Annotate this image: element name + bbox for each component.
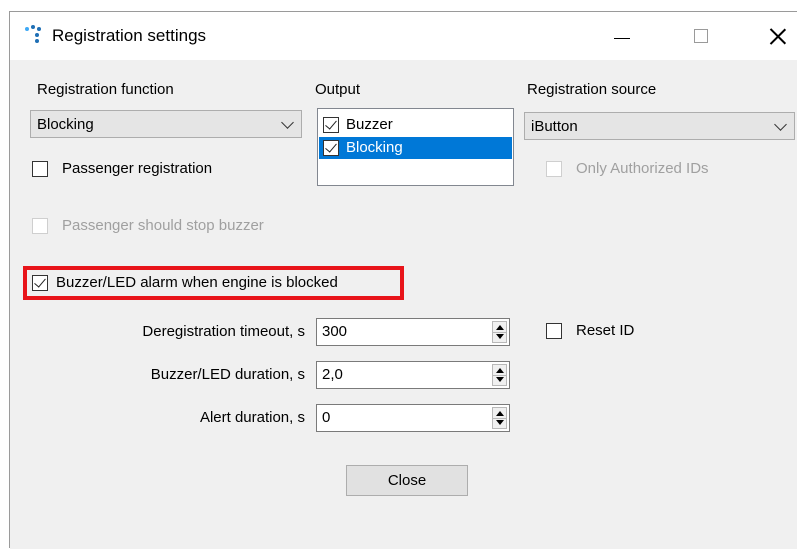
alert-duration-label: Alert duration, s — [199, 409, 305, 426]
registration-function-label: Registration function — [37, 81, 174, 98]
registration-source-label: Registration source — [527, 81, 657, 98]
only-authorized-ids-label: Only Authorized IDs — [576, 160, 709, 177]
registration-source-dropdown[interactable]: iButton — [524, 112, 795, 140]
deregistration-timeout-label: Deregistration timeout, s — [142, 323, 305, 340]
window-title: Registration settings — [52, 26, 207, 45]
checkbox-box — [32, 161, 48, 177]
registration-source-value: iButton — [531, 117, 578, 135]
close-button[interactable]: Close — [346, 465, 468, 496]
checkbox-box — [546, 161, 562, 177]
output-item-label: Blocking — [346, 139, 403, 156]
registration-function-dropdown[interactable]: Blocking — [30, 110, 302, 138]
spinner-arrows-icon[interactable] — [492, 321, 507, 343]
blocking-checkbox[interactable] — [323, 140, 339, 156]
passenger-registration-label: Passenger registration — [62, 160, 213, 177]
passenger-stop-buzzer-label: Passenger should stop buzzer — [62, 217, 264, 234]
title-bar: Registration settings — [10, 12, 797, 60]
output-label: Output — [315, 81, 361, 98]
buzzer-alarm-checkbox[interactable]: Buzzer/LED alarm when engine is blocked — [32, 272, 398, 294]
minimize-icon — [614, 37, 630, 39]
close-window-button[interactable] — [750, 12, 797, 60]
buzzer-duration-label: Buzzer/LED duration, s — [150, 366, 305, 383]
checkbox-box — [32, 275, 48, 291]
output-item-buzzer[interactable]: Buzzer — [319, 114, 512, 136]
output-item-blocking[interactable]: Blocking — [319, 137, 512, 159]
registration-function-value: Blocking — [37, 115, 94, 133]
dialog-body: Registration function Blocking Passenger… — [10, 60, 797, 549]
alert-duration-input[interactable]: 0 — [316, 404, 510, 432]
buzzer-checkbox[interactable] — [323, 117, 339, 133]
close-icon — [770, 28, 786, 44]
buzzer-duration-input[interactable]: 2,0 — [316, 361, 510, 389]
chevron-down-icon — [774, 118, 787, 131]
registration-settings-window: Registration settings Registration funct… — [9, 11, 797, 549]
minimize-button[interactable] — [594, 12, 650, 60]
maximize-icon — [694, 29, 708, 43]
app-icon — [23, 24, 45, 46]
buzzer-duration-value: 2,0 — [322, 366, 343, 383]
spinner-arrows-icon[interactable] — [492, 364, 507, 386]
checkbox-box — [32, 218, 48, 234]
passenger-stop-buzzer-checkbox[interactable]: Passenger should stop buzzer — [32, 215, 332, 237]
chevron-down-icon — [281, 116, 294, 129]
reset-id-label: Reset ID — [576, 322, 635, 339]
deregistration-timeout-value: 300 — [322, 323, 348, 340]
deregistration-timeout-input[interactable]: 300 — [316, 318, 510, 346]
maximize-button[interactable] — [673, 12, 729, 60]
passenger-registration-checkbox[interactable]: Passenger registration — [32, 158, 292, 180]
checkbox-box — [546, 323, 562, 339]
reset-id-checkbox[interactable]: Reset ID — [546, 320, 666, 342]
only-authorized-ids-checkbox[interactable]: Only Authorized IDs — [546, 158, 766, 180]
output-item-label: Buzzer — [346, 116, 393, 133]
alert-duration-value: 0 — [322, 409, 331, 426]
spinner-arrows-icon[interactable] — [492, 407, 507, 429]
buzzer-alarm-label: Buzzer/LED alarm when engine is blocked — [56, 274, 338, 291]
output-list[interactable]: Buzzer Blocking — [317, 108, 514, 186]
